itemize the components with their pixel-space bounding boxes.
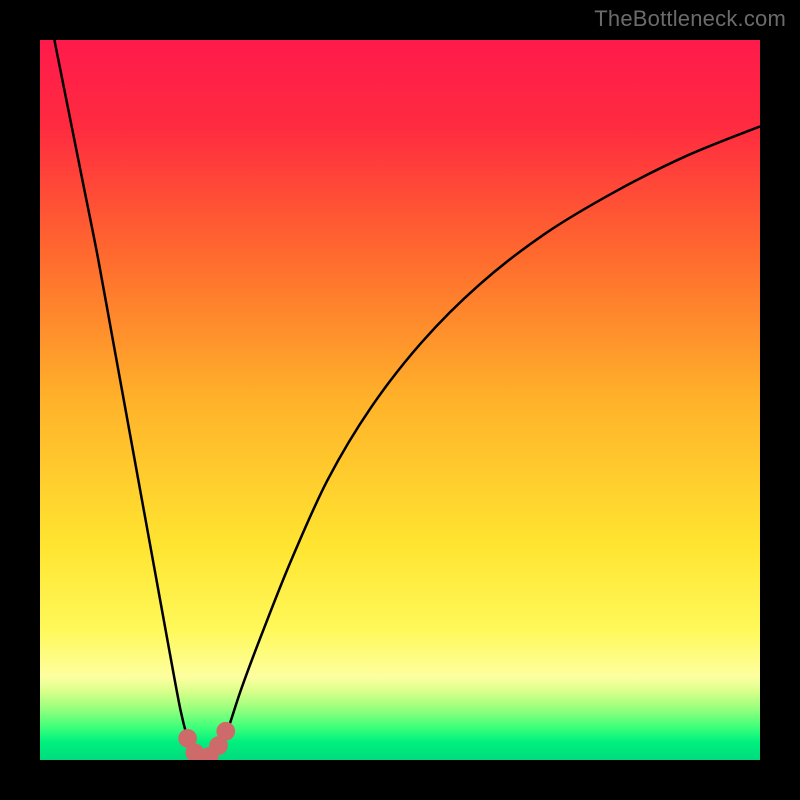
curve-layer	[40, 40, 760, 760]
optimal-marker	[216, 722, 235, 741]
curve-right	[216, 126, 760, 755]
watermark-text: TheBottleneck.com	[594, 6, 786, 32]
plot-area	[40, 40, 760, 760]
chart-frame: TheBottleneck.com	[0, 0, 800, 800]
curve-left	[54, 40, 193, 755]
optimal-markers-group	[178, 722, 235, 760]
